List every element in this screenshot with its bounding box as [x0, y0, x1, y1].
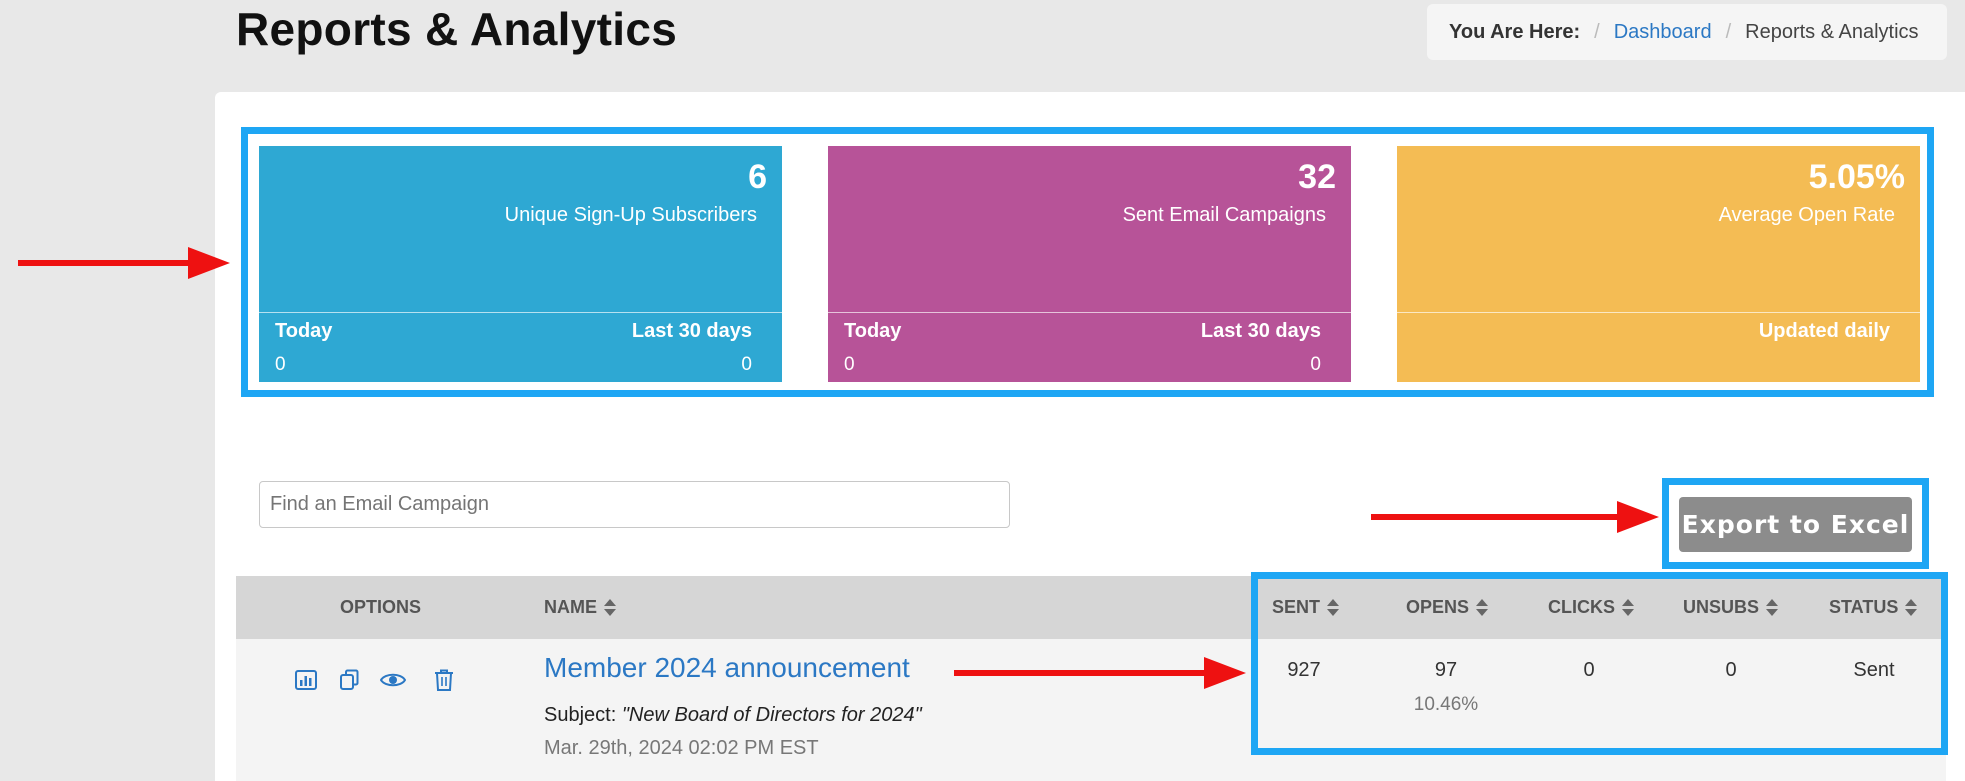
eye-icon[interactable]	[379, 666, 407, 694]
highlight-box-stats	[241, 127, 1934, 397]
sort-icon[interactable]	[604, 598, 616, 618]
page-title: Reports & Analytics	[236, 3, 678, 55]
breadcrumb-current: Reports & Analytics	[1745, 20, 1919, 43]
campaign-subject: Subject: "New Board of Directors for 202…	[544, 704, 922, 727]
trash-icon[interactable]	[430, 666, 458, 694]
breadcrumb-separator: /	[1594, 20, 1600, 43]
breadcrumb-here-label: You Are Here:	[1449, 20, 1581, 43]
breadcrumb-link-dashboard[interactable]: Dashboard	[1614, 21, 1712, 44]
annotation-arrow-right-icon	[1371, 501, 1659, 533]
copy-icon[interactable]	[336, 666, 364, 694]
column-header-options: OPTIONS	[340, 597, 422, 617]
column-header-label: NAME	[544, 597, 597, 617]
campaign-date: Mar. 29th, 2024 02:02 PM EST	[544, 737, 819, 759]
breadcrumb-separator: /	[1725, 20, 1732, 43]
highlight-box-metrics	[1251, 572, 1948, 755]
export-to-excel-button[interactable]: Export to Excel	[1679, 497, 1912, 552]
bar-chart-icon[interactable]	[292, 666, 320, 694]
column-header-name[interactable]: NAME	[544, 576, 616, 639]
annotation-arrow-right-icon	[18, 247, 230, 279]
subject-text: "New Board of Directors for 2024"	[621, 704, 922, 726]
campaign-name-link[interactable]: Member 2024 announcement	[544, 652, 910, 684]
subject-label: Subject:	[544, 704, 617, 726]
breadcrumb: You Are Here: / Dashboard / Reports & An…	[1427, 4, 1947, 60]
search-input[interactable]	[259, 481, 1010, 528]
annotation-arrow-right-icon	[954, 657, 1246, 689]
